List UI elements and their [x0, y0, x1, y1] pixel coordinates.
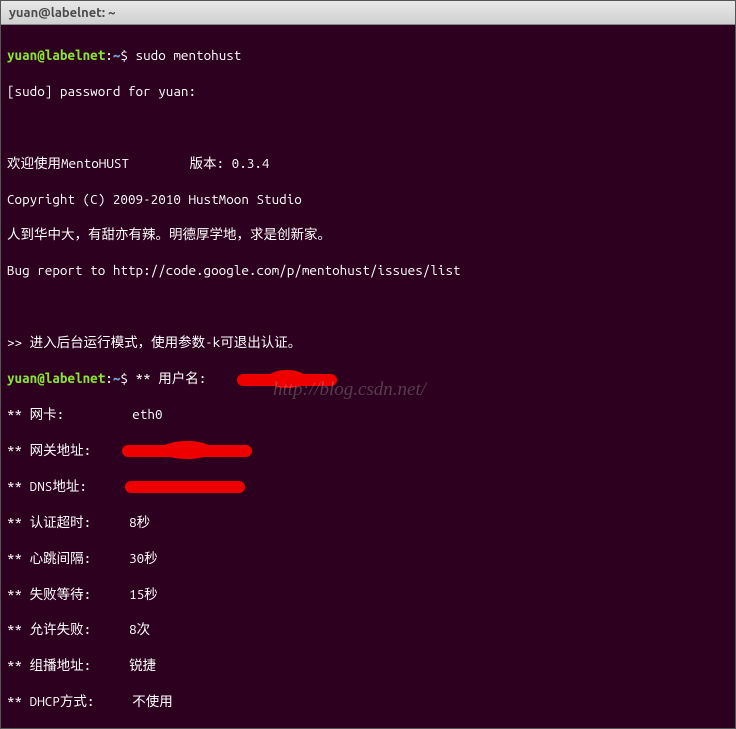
timeout-value: 8秒: [129, 514, 150, 530]
terminal-body[interactable]: yuan@labelnet:~$ sudo mentohust [sudo] p…: [1, 25, 735, 728]
failwait-value: 15秒: [129, 586, 158, 602]
allowfail-label: ** 允许失败:: [7, 621, 91, 637]
dns-label: ** DNS地址:: [7, 478, 87, 494]
command-text: sudo mentohust: [136, 47, 242, 63]
nic-value: eth0: [132, 406, 162, 422]
user-label: ** 用户名:: [136, 370, 207, 386]
titlebar[interactable]: yuan@labelnet: ~: [1, 1, 735, 25]
heartbeat-label: ** 心跳间隔:: [7, 550, 91, 566]
multicast-value: 锐捷: [129, 657, 156, 673]
welcome-text: 欢迎使用MentoHUST: [7, 155, 129, 171]
terminal-window: yuan@labelnet: ~ yuan@labelnet:~$ sudo m…: [0, 0, 736, 729]
redacted-gateway: [122, 445, 252, 457]
copyright-text: Copyright (C) 2009-2010 HustMoon Studio: [7, 191, 729, 209]
timeout-label: ** 认证超时:: [7, 514, 91, 530]
background-mode-text: >> 进入后台运行模式，使用参数-k可退出认证。: [7, 334, 729, 352]
version-text: 版本: 0.3.4: [190, 155, 270, 171]
bugreport-text: Bug report to http://code.google.com/p/m…: [7, 262, 729, 280]
gateway-label: ** 网关地址:: [7, 442, 91, 458]
sudo-prompt: [sudo] password for yuan:: [7, 83, 729, 101]
multicast-label: ** 组播地址:: [7, 657, 91, 673]
dhcp-label: ** DHCP方式:: [7, 693, 94, 709]
redacted-username: [237, 374, 337, 386]
window-title: yuan@labelnet: ~: [9, 6, 116, 20]
redacted-dns: [125, 481, 245, 493]
allowfail-value: 8次: [129, 621, 150, 637]
dhcp-value: 不使用: [132, 693, 173, 709]
prompt-user: yuan@labelnet: [7, 47, 105, 63]
nic-label: ** 网卡:: [7, 406, 64, 422]
motto-text: 人到华中大，有甜亦有辣。明德厚学地，求是创新家。: [7, 226, 729, 244]
heartbeat-value: 30秒: [129, 550, 158, 566]
failwait-label: ** 失败等待:: [7, 586, 91, 602]
